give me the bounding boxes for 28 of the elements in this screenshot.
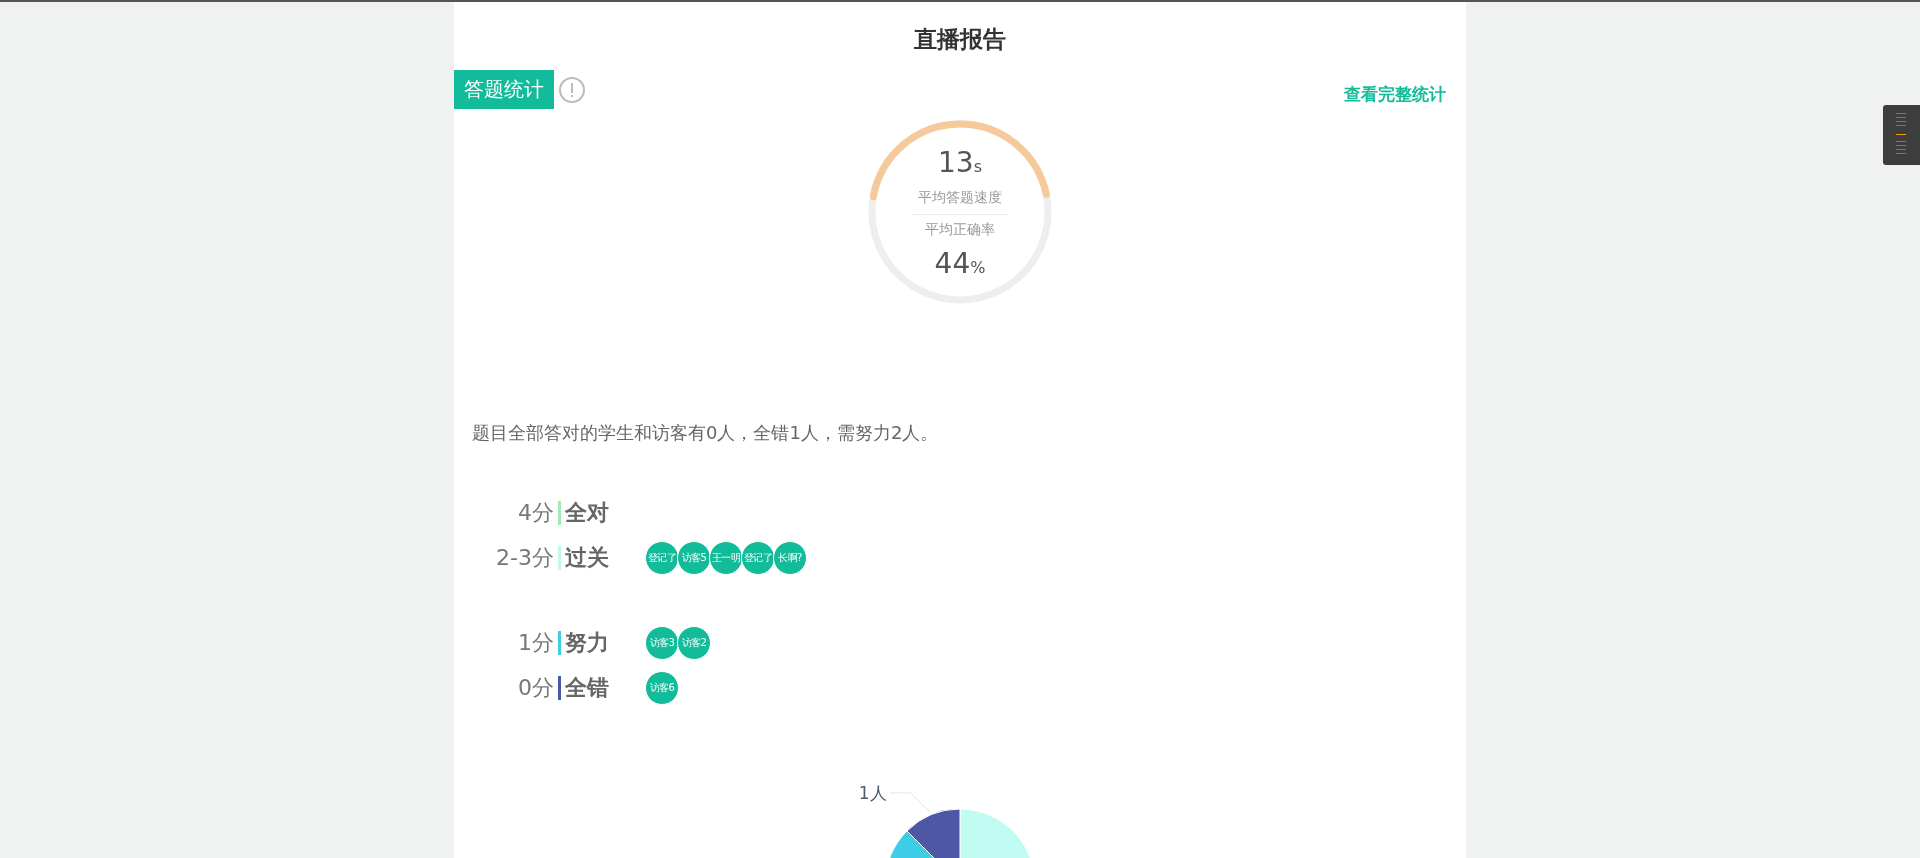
accuracy-label: 平均正确率 bbox=[924, 220, 996, 239]
info-icon[interactable] bbox=[558, 75, 586, 104]
accuracy-value: 44% bbox=[933, 248, 987, 282]
side-handle[interactable] bbox=[1883, 105, 1920, 165]
group-name: 努力 bbox=[565, 629, 610, 657]
score-label: 4分 bbox=[517, 499, 554, 527]
person-avatar[interactable]: 访客3 bbox=[645, 625, 679, 660]
person-avatar[interactable]: 长啊? bbox=[773, 540, 807, 575]
score-label: 2-3分 bbox=[495, 544, 554, 572]
group-name: 全对 bbox=[565, 499, 610, 527]
score-label: 0分 bbox=[517, 674, 554, 702]
person-avatar[interactable]: 登记了 bbox=[645, 540, 679, 575]
person-avatar[interactable]: 访客2 bbox=[677, 625, 711, 660]
score-label: 1分 bbox=[517, 629, 554, 657]
leader-line bbox=[890, 792, 932, 814]
page-title: 直播报告 bbox=[913, 25, 1007, 54]
section-tag: 答题统计 bbox=[454, 70, 554, 109]
full-stats-link[interactable]: 查看完整统计 bbox=[1344, 82, 1446, 108]
pie-label: 1人 bbox=[858, 782, 887, 803]
group-name: 过关 bbox=[565, 544, 610, 572]
average-speed-label: 平均答题速度 bbox=[917, 188, 1003, 207]
person-avatar[interactable]: 访客6 bbox=[645, 670, 679, 705]
group-name: 全错 bbox=[565, 674, 610, 702]
person-avatar[interactable]: 王一明 bbox=[709, 540, 743, 575]
average-speed-value: 13s bbox=[937, 147, 983, 181]
person-avatar[interactable]: 访客5 bbox=[677, 540, 711, 575]
summary-text: 题目全部答对的学生和访客有0人，全错1人，需努力2人。 bbox=[471, 421, 940, 445]
person-avatar[interactable]: 登记了 bbox=[741, 540, 775, 575]
